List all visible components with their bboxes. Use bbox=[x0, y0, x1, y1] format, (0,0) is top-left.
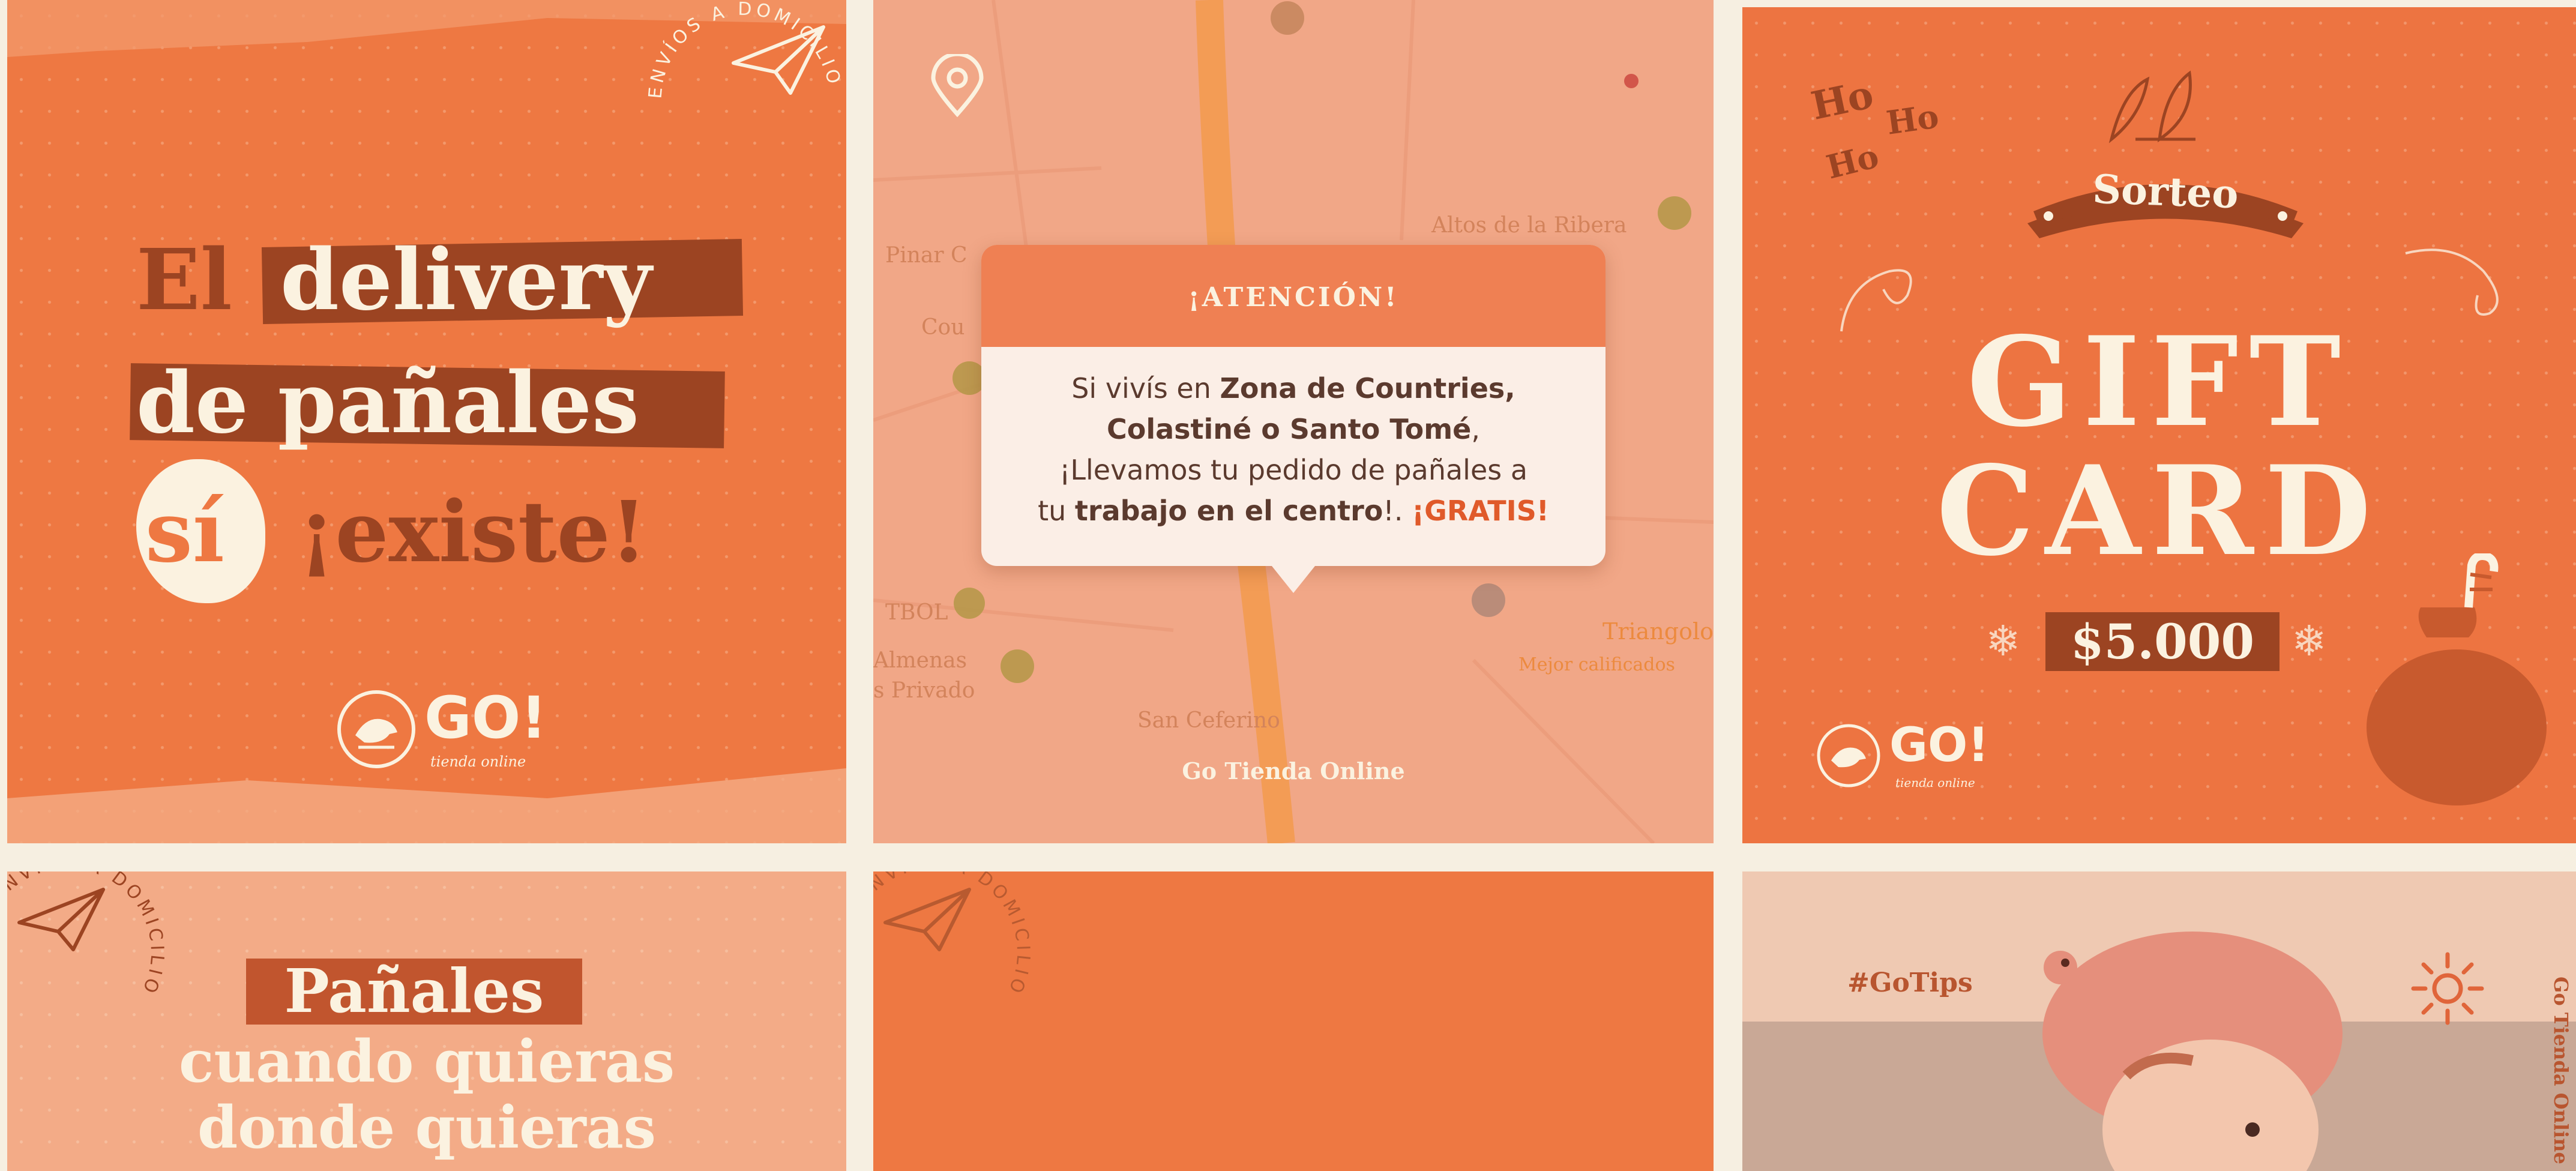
headline-hl2: de pañales bbox=[130, 354, 730, 453]
headline-line2: de pañales bbox=[136, 354, 639, 453]
popup-line-4: tu trabajo en el centro!. ¡GRATIS! bbox=[1038, 495, 1549, 527]
map-label: Mejor calificados bbox=[1518, 654, 1675, 675]
svg-text:ENVÍOS A DOMICILIO: ENVÍOS A DOMICILIO bbox=[645, 0, 845, 100]
panales-word: Pañales bbox=[284, 956, 544, 1026]
footer-brand: Go Tienda Online bbox=[1182, 757, 1405, 784]
map-label: TBOL bbox=[885, 600, 948, 625]
location-pin-icon bbox=[931, 54, 984, 118]
popup-body: Si vivís en Zona de Countries, Colastiné… bbox=[981, 368, 1605, 531]
ho-doodle: Ho bbox=[1807, 72, 1877, 129]
popup-title: ¡ATENCIÓN! bbox=[1188, 282, 1399, 313]
snowflake-icon: ❄ bbox=[1985, 616, 2021, 666]
map-label: Almenas bbox=[873, 648, 968, 673]
post-tile-blank[interactable]: ENVÍOS A DOMICILIO bbox=[873, 871, 1714, 1171]
post-tile-map[interactable]: Pinar C Altos de la Ribera Cou TBOL Alme… bbox=[873, 0, 1714, 843]
svg-text:ENVÍOS A DOMICILIO: ENVÍOS A DOMICILIO bbox=[873, 871, 1034, 999]
ho-doodle: Ho bbox=[1883, 97, 1942, 142]
gift-card-title-1: GIFT bbox=[1966, 310, 2352, 454]
gotips-hashtag: #GoTips bbox=[1847, 968, 1973, 998]
headline-existe: ¡existe! bbox=[298, 483, 648, 582]
map-label: Altos de la Ribera bbox=[1431, 213, 1627, 238]
paper-plane-icon bbox=[883, 888, 971, 951]
leaf-doodle-icon bbox=[2108, 70, 2195, 143]
popup-line-3: ¡Llevamos tu pedido de pañales a bbox=[1059, 454, 1528, 486]
post-tile-gotips[interactable]: #GoTips Go Tienda Online bbox=[1742, 871, 2576, 1171]
post-tile-panales[interactable]: ENVÍOS A DOMICILIO Pañales cuando quiera… bbox=[7, 871, 846, 1171]
map-label: Cou bbox=[921, 315, 965, 340]
envios-stamp: ENVÍOS A DOMICILIO bbox=[873, 871, 1034, 999]
popup-tail bbox=[1269, 563, 1317, 593]
attention-popup: ¡ATENCIÓN! Si vivís en Zona de Countries… bbox=[981, 245, 1605, 566]
logo-text: GO! bbox=[1889, 718, 1989, 772]
logo-subtext: tienda online bbox=[1895, 775, 1975, 790]
tagline-line3: donde quieras bbox=[197, 1094, 656, 1161]
tagline-line2: cuando quieras bbox=[178, 1028, 675, 1095]
headline-delivery: delivery bbox=[280, 231, 652, 330]
post-tile-giftcard[interactable]: Ho Ho Ho Sorteo GIFT CARD $5.000 ❄ ❄ GO!… bbox=[1742, 7, 2576, 843]
envios-stamp: ENVÍOS A DOMICILIO bbox=[645, 0, 845, 100]
headline-el: El bbox=[136, 231, 232, 330]
gift-sack-icon bbox=[2367, 553, 2547, 805]
map-label: Triangolo bbox=[1602, 618, 1714, 645]
post-tile-delivery[interactable]: ENVÍOS A DOMICILIO El delivery de pañale… bbox=[7, 0, 846, 843]
go-logo: GO! tienda online bbox=[334, 684, 550, 774]
popup-line-2: Colastiné o Santo Tomé, bbox=[1106, 413, 1481, 445]
bird-icon bbox=[1817, 724, 1880, 787]
logo-text: GO! bbox=[424, 684, 547, 751]
amount-text: $5.000 bbox=[2070, 613, 2255, 670]
gratis-text: ¡GRATIS! bbox=[1412, 495, 1549, 527]
map-label: Pinar C bbox=[885, 243, 968, 268]
vertical-brand: Go Tienda Online bbox=[2550, 977, 2572, 1164]
ho-doodle: Ho bbox=[1822, 136, 1883, 187]
envios-stamp: ENVÍOS A DOMICILIO bbox=[7, 871, 167, 999]
go-logo: GO! tienda online bbox=[1814, 718, 1994, 793]
map-label: s Privado bbox=[873, 678, 975, 703]
snowflake-icon: ❄ bbox=[2292, 616, 2327, 666]
baby-photo bbox=[2042, 932, 2343, 1171]
sun-icon bbox=[2411, 952, 2484, 1025]
headline-hl1: El delivery bbox=[136, 231, 744, 330]
popup-line-1: Si vivís en Zona de Countries, bbox=[1071, 372, 1515, 405]
headline-si: sí bbox=[145, 483, 225, 582]
paper-plane-icon bbox=[17, 888, 105, 951]
logo-subtext: tienda online bbox=[430, 753, 526, 770]
headline-hl3: sí ¡existe! bbox=[136, 459, 736, 615]
bird-icon bbox=[337, 690, 415, 768]
svg-text:ENVÍOS A DOMICILIO: ENVÍOS A DOMICILIO bbox=[7, 871, 167, 999]
map-label: San Ceferino bbox=[1137, 708, 1280, 733]
